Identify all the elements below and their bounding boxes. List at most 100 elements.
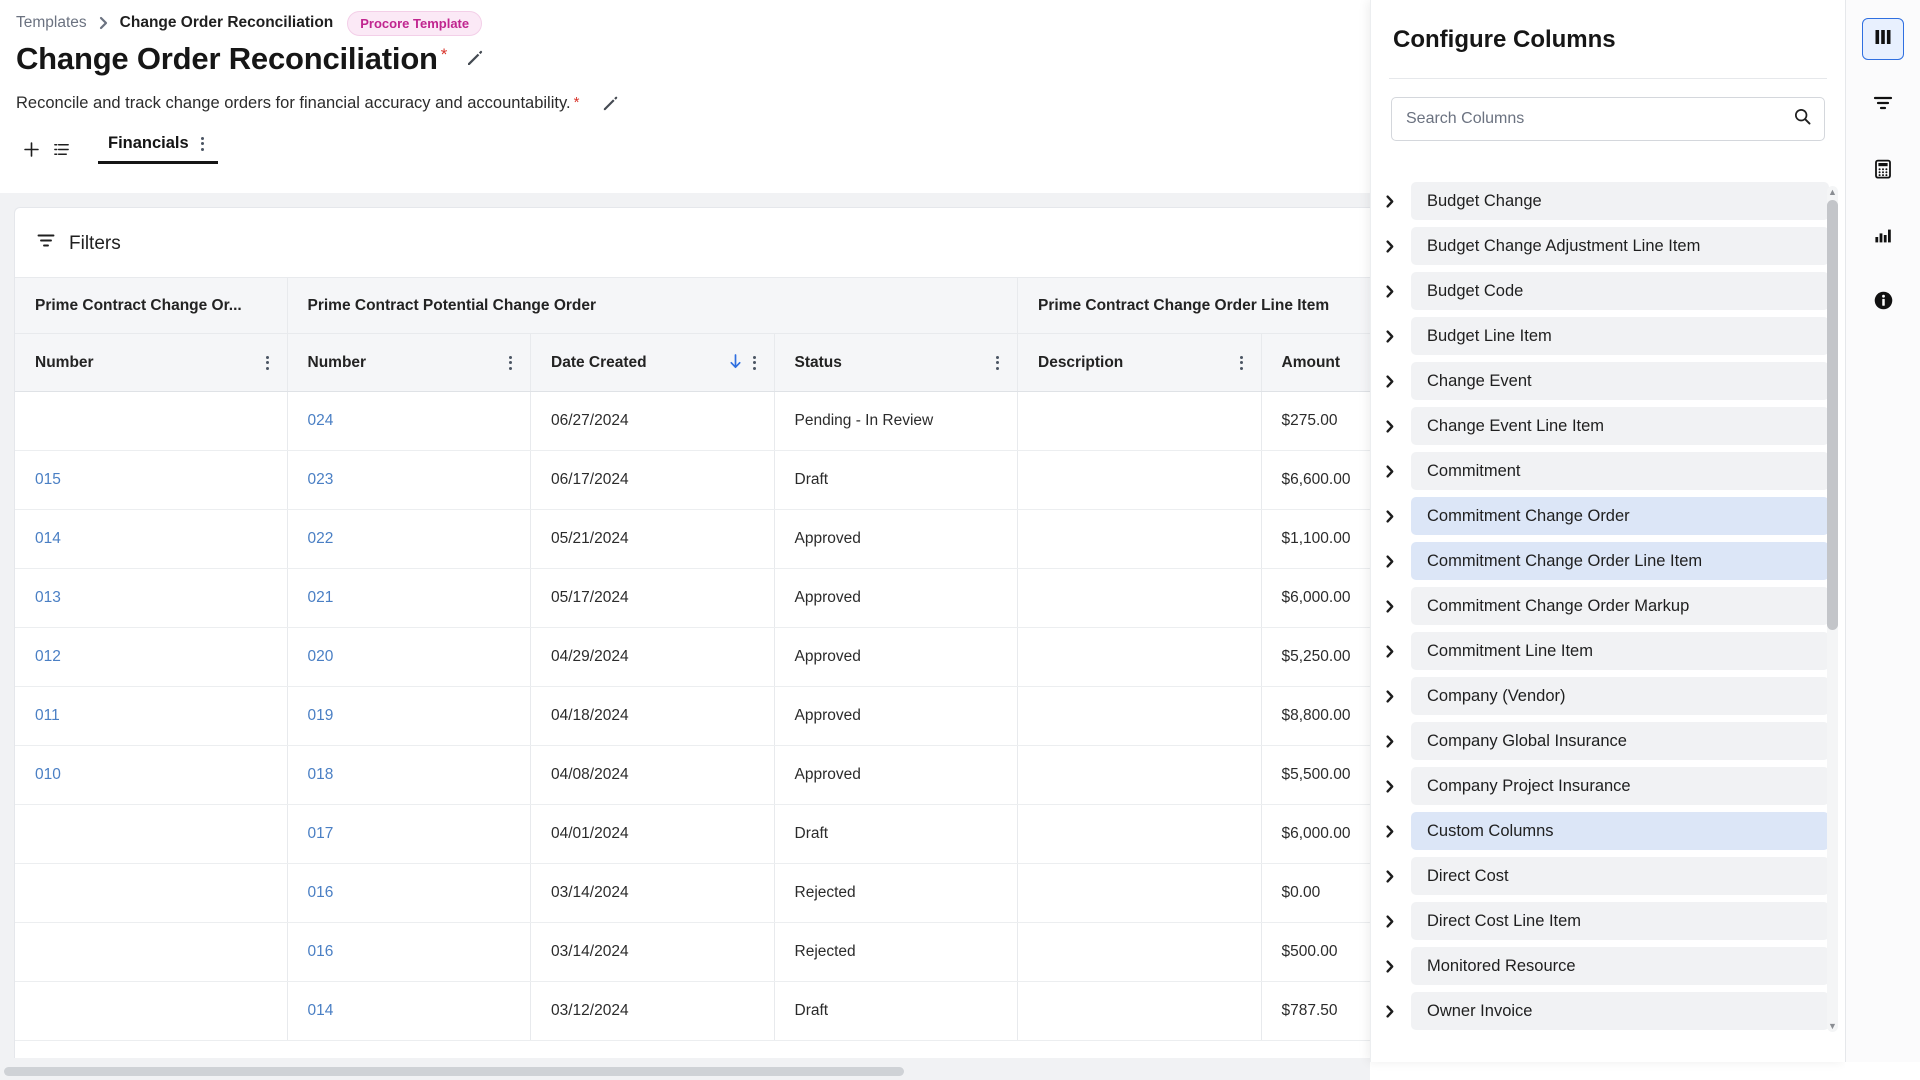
chevron-right-icon[interactable] [1379, 239, 1401, 254]
table-row[interactable]: 016 03/14/2024 Rejected $0.00 [15, 863, 1370, 923]
pcpco-number-link[interactable]: 020 [308, 648, 334, 665]
chevron-right-icon[interactable] [1379, 689, 1401, 704]
tab-list-icon[interactable] [46, 134, 76, 164]
cell-pcco-number[interactable]: 015 [15, 450, 288, 510]
chevron-right-icon[interactable] [1379, 914, 1401, 929]
cell-pcpco-number[interactable]: 023 [287, 450, 531, 510]
cell-pcpco-number[interactable]: 016 [287, 863, 531, 923]
panel-scrollbar[interactable]: ▲ ▼ [1827, 186, 1838, 1032]
cell-pcco-number[interactable]: 013 [15, 568, 288, 628]
cell-pcco-number[interactable]: 010 [15, 745, 288, 805]
column-group-item[interactable]: Commitment [1379, 452, 1829, 490]
horizontal-scrollbar[interactable] [0, 1062, 1370, 1080]
cell-pcpco-number[interactable]: 017 [287, 804, 531, 864]
column-group-item[interactable]: Budget Line Item [1379, 317, 1829, 355]
column-header-description[interactable]: Description [1017, 333, 1262, 392]
tab-overflow-menu-icon[interactable] [197, 135, 208, 153]
calculations-rail-button[interactable] [1862, 150, 1904, 192]
cell-pcpco-number[interactable]: 016 [287, 922, 531, 982]
column-group-item[interactable]: Company Project Insurance [1379, 767, 1829, 805]
panel-scrollbar-thumb[interactable] [1827, 200, 1838, 630]
chevron-right-icon[interactable] [1379, 779, 1401, 794]
table-row[interactable]: 011 019 04/18/2024 Approved $8,800.00 [15, 686, 1370, 746]
column-header-date-created[interactable]: Date Created [530, 333, 775, 392]
filters-bar[interactable]: Filters [15, 208, 1370, 277]
chevron-right-icon[interactable] [1379, 824, 1401, 839]
cell-pcco-number[interactable]: 014 [15, 509, 288, 569]
pcco-number-link[interactable]: 013 [35, 589, 61, 606]
pcpco-number-link[interactable]: 018 [308, 766, 334, 783]
search-columns-input[interactable] [1406, 110, 1793, 128]
column-group-item[interactable]: Owner Invoice [1379, 992, 1829, 1030]
search-columns-box[interactable] [1391, 97, 1825, 141]
cell-pcpco-number[interactable]: 021 [287, 568, 531, 628]
cell-pcpco-number[interactable]: 020 [287, 627, 531, 687]
add-tab-icon[interactable] [16, 134, 46, 164]
pcco-number-link[interactable]: 011 [35, 707, 60, 724]
chevron-right-icon[interactable] [1379, 329, 1401, 344]
scroll-up-arrow-icon[interactable]: ▲ [1827, 186, 1838, 198]
column-group-item[interactable]: Budget Change [1379, 182, 1829, 220]
chevron-right-icon[interactable] [1379, 554, 1401, 569]
breadcrumb-root-link[interactable]: Templates [16, 14, 87, 32]
chevron-right-icon[interactable] [1379, 869, 1401, 884]
pcpco-number-link[interactable]: 016 [308, 884, 334, 901]
table-row[interactable]: 010 018 04/08/2024 Approved $5,500.00 [15, 745, 1370, 805]
pcpco-number-link[interactable]: 014 [308, 1002, 334, 1019]
column-group-item[interactable]: Change Event [1379, 362, 1829, 400]
table-row[interactable]: 024 06/27/2024 Pending - In Review $275.00 [15, 391, 1370, 451]
cell-pcpco-number[interactable]: 022 [287, 509, 531, 569]
sort-descending-arrow-icon[interactable] [728, 353, 743, 373]
chevron-right-icon[interactable] [1379, 194, 1401, 209]
table-row[interactable]: 016 03/14/2024 Rejected $500.00 [15, 922, 1370, 982]
column-group-item[interactable]: Commitment Line Item [1379, 632, 1829, 670]
column-group-item[interactable]: Direct Cost [1379, 857, 1829, 895]
chevron-right-icon[interactable] [1379, 419, 1401, 434]
chevron-right-icon[interactable] [1379, 374, 1401, 389]
column-group-item[interactable]: Custom Columns [1379, 812, 1829, 850]
column-group-item[interactable]: Commitment Change Order Line Item [1379, 542, 1829, 580]
column-group-item[interactable]: Commitment Change Order Markup [1379, 587, 1829, 625]
column-menu-icon-pcco-number[interactable] [262, 354, 273, 372]
table-row[interactable]: 014 022 05/21/2024 Approved $1,100.00 [15, 509, 1370, 569]
column-group-item[interactable]: Budget Code [1379, 272, 1829, 310]
column-menu-icon-date-created[interactable] [749, 354, 760, 372]
edit-subtitle-pencil-icon[interactable] [601, 94, 620, 118]
table-row[interactable]: 017 04/01/2024 Draft $6,000.00 [15, 804, 1370, 864]
configure-columns-rail-button[interactable] [1862, 18, 1904, 60]
filters-rail-button[interactable] [1862, 84, 1904, 126]
column-menu-icon-description[interactable] [1236, 354, 1247, 372]
table-row[interactable]: 014 03/12/2024 Draft $787.50 [15, 981, 1370, 1041]
pcpco-number-link[interactable]: 024 [308, 412, 334, 429]
charts-rail-button[interactable] [1862, 216, 1904, 258]
column-menu-icon-pcpco-number[interactable] [505, 354, 516, 372]
chevron-right-icon[interactable] [1379, 644, 1401, 659]
column-group-item[interactable]: Direct Cost Line Item [1379, 902, 1829, 940]
pcpco-number-link[interactable]: 022 [308, 530, 334, 547]
chevron-right-icon[interactable] [1379, 1004, 1401, 1019]
pcpco-number-link[interactable]: 017 [308, 825, 334, 842]
horizontal-scrollbar-thumb[interactable] [4, 1067, 904, 1076]
column-group-item[interactable]: Budget Change Adjustment Line Item [1379, 227, 1829, 265]
column-group-item[interactable]: Commitment Change Order [1379, 497, 1829, 535]
pcco-number-link[interactable]: 014 [35, 530, 61, 547]
table-row[interactable]: 015 023 06/17/2024 Draft $6,600.00 [15, 450, 1370, 510]
chevron-right-icon[interactable] [1379, 734, 1401, 749]
column-header-pcco-number[interactable]: Number [15, 333, 288, 392]
pcpco-number-link[interactable]: 016 [308, 943, 334, 960]
pcco-number-link[interactable]: 010 [35, 766, 61, 783]
pcco-number-link[interactable]: 012 [35, 648, 61, 665]
info-rail-button[interactable] [1862, 282, 1904, 324]
table-row[interactable]: 012 020 04/29/2024 Approved $5,250.00 [15, 627, 1370, 687]
cell-pcpco-number[interactable]: 018 [287, 745, 531, 805]
pcco-number-link[interactable]: 015 [35, 471, 61, 488]
cell-pcco-number[interactable]: 011 [15, 686, 288, 746]
column-header-pcpco-number[interactable]: Number [287, 333, 531, 392]
edit-title-pencil-icon[interactable] [465, 48, 485, 73]
column-header-amount[interactable]: Amount [1261, 333, 1370, 392]
column-group-item[interactable]: Company Global Insurance [1379, 722, 1829, 760]
column-group-item[interactable]: Company (Vendor) [1379, 677, 1829, 715]
search-icon[interactable] [1793, 107, 1812, 131]
chevron-right-icon[interactable] [1379, 284, 1401, 299]
cell-pcpco-number[interactable]: 014 [287, 981, 531, 1041]
